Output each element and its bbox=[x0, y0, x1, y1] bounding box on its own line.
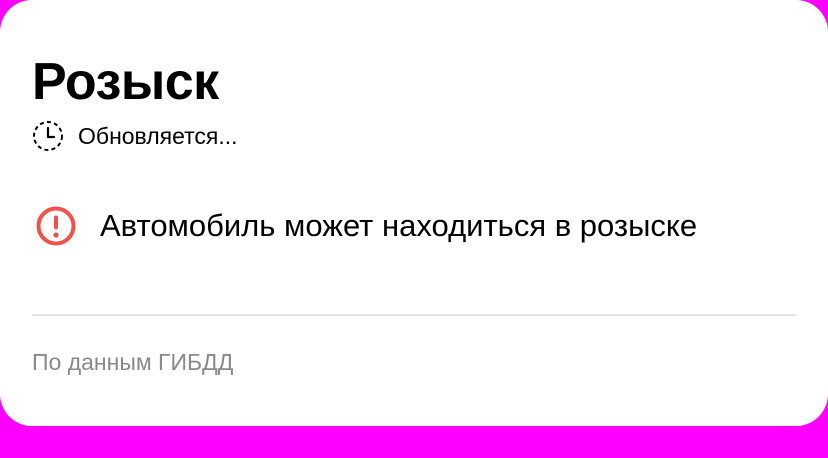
update-status: Обновляется... bbox=[32, 120, 238, 152]
alert-text: Автомобиль может находиться в розыске bbox=[100, 208, 698, 243]
divider bbox=[32, 314, 796, 316]
data-source-label: По данным ГИБДД bbox=[32, 349, 234, 375]
clock-icon bbox=[32, 120, 64, 152]
wanted-alert: Автомобиль может находиться в розыске bbox=[34, 204, 697, 248]
exclamation-circle-icon bbox=[34, 204, 78, 248]
card-title: Розыск bbox=[32, 53, 219, 111]
search-check-card: Розыск Обновляется... Автомобиль может н… bbox=[0, 0, 828, 426]
status-text: Обновляется... bbox=[78, 123, 238, 149]
